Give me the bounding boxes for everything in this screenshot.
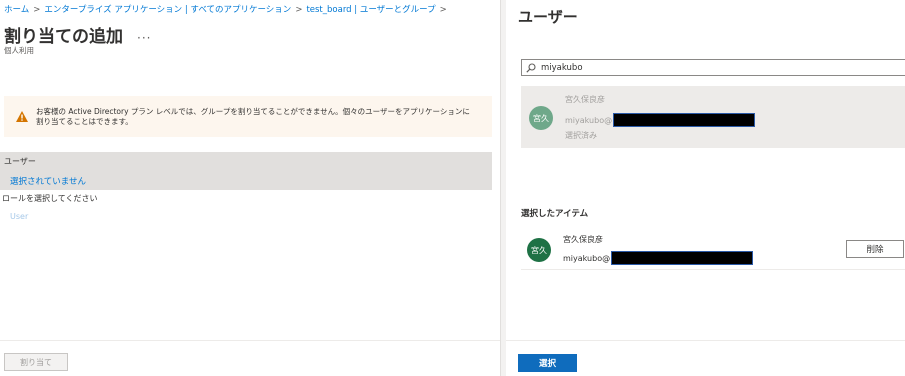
search-value: miyakubo: [541, 62, 583, 73]
left-footer-divider: [0, 340, 500, 341]
breadcrumb-separator: >: [33, 5, 41, 15]
selected-item: 宮久 宮久保良彦 miyakubo@ 削除: [521, 228, 905, 270]
selected-item-email-prefix: miyakubo@: [563, 253, 611, 263]
result-email-prefix: miyakubo@: [565, 115, 613, 125]
assignment-blade: ホーム > エンタープライズ アプリケーション | すべてのアプリケーション > tes…: [0, 0, 500, 376]
result-name: 宮久保良彦: [565, 95, 605, 104]
breadcrumb-separator: >: [295, 5, 303, 15]
users-panel: ユーザー miyakubo 宮久 宮久保良彦 miyakubo@ 選択済み 選択…: [506, 0, 905, 376]
users-not-selected-link[interactable]: 選択されていません: [10, 175, 86, 187]
right-footer-divider: [506, 340, 905, 341]
users-label: ユーザー: [4, 157, 36, 166]
breadcrumb-separator: >: [439, 5, 447, 15]
panel-title: ユーザー: [518, 8, 578, 26]
role-label: ロールを選択してください: [2, 194, 98, 203]
page-title: 割り当ての追加: [4, 27, 123, 47]
avatar: 宮久: [529, 106, 553, 130]
breadcrumb-enterprise-apps[interactable]: エンタープライズ アプリケーション | すべてのアプリケーション: [44, 5, 291, 15]
breadcrumb-app-users[interactable]: test_board | ユーザーとグループ: [306, 5, 435, 15]
result-email: miyakubo@: [565, 113, 756, 127]
selected-item-name: 宮久保良彦: [563, 235, 603, 244]
warning-icon: [16, 111, 28, 122]
search-icon: [526, 62, 536, 73]
remove-button[interactable]: 削除: [846, 240, 904, 258]
selected-items-label: 選択したアイテム: [521, 209, 589, 219]
redaction-box: [613, 113, 756, 127]
title-row: 割り当ての追加 ···: [4, 22, 151, 47]
assign-button[interactable]: 割り当て: [4, 353, 68, 371]
more-options-button[interactable]: ···: [137, 31, 151, 45]
search-input[interactable]: miyakubo: [521, 59, 905, 76]
page-subtitle: 個人利用: [4, 46, 34, 55]
role-value-link[interactable]: User: [10, 212, 28, 221]
select-button[interactable]: 選択: [518, 354, 577, 372]
avatar: 宮久: [527, 238, 551, 262]
users-section[interactable]: ユーザー 選択されていません: [0, 152, 492, 190]
result-status: 選択済み: [565, 131, 597, 140]
redaction-box: [611, 251, 754, 265]
search-result-item[interactable]: 宮久 宮久保良彦 miyakubo@ 選択済み: [521, 86, 905, 148]
breadcrumb-home[interactable]: ホーム: [4, 5, 29, 15]
warning-banner: お客様の Active Directory プラン レベルでは、グループを割り当…: [4, 96, 492, 137]
breadcrumb: ホーム > エンタープライズ アプリケーション | すべてのアプリケーション > tes…: [4, 3, 451, 15]
warning-text: お客様の Active Directory プラン レベルでは、グループを割り当…: [36, 106, 470, 126]
selected-item-email: miyakubo@: [563, 251, 754, 265]
